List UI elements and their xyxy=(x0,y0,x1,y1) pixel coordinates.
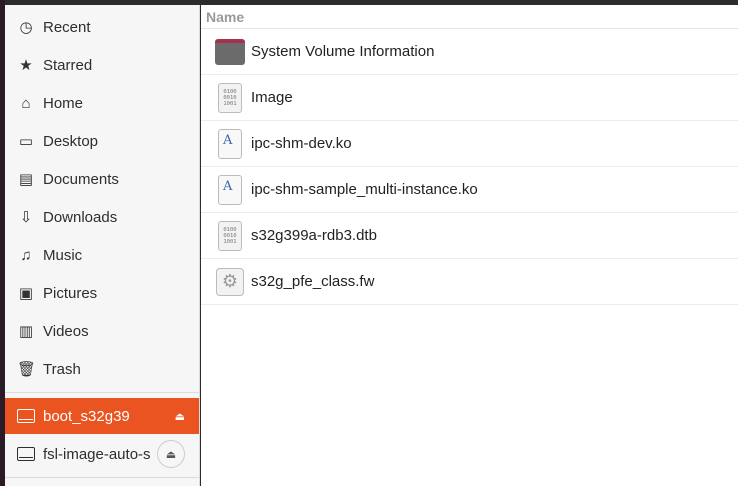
sidebar: ◷ Recent ★ Starred ⌂ Home ▭ Desktop ▤ Documen… xyxy=(5,5,200,486)
sidebar-item-label: Trash xyxy=(43,360,81,378)
file-name: Image xyxy=(251,89,293,106)
sidebar-item-trash[interactable]: 🗑 Trash xyxy=(5,351,199,387)
file-row[interactable]: Aipc-shm-sample_multi-instance.ko xyxy=(201,167,738,213)
sidebar-item-label: Starred xyxy=(43,56,93,74)
home-icon: ⌂ xyxy=(21,94,31,112)
download-icon: ⇩ xyxy=(19,209,33,226)
file-row[interactable]: ⚙ s32g_pfe_class.fw xyxy=(201,259,738,305)
sidebar-device-boot[interactable]: boot_s32g39 ⏏ xyxy=(5,398,199,434)
sidebar-item-label: Documents xyxy=(43,170,119,188)
sidebar-item-home[interactable]: ⌂ Home xyxy=(5,85,199,121)
text-file-icon: A xyxy=(218,174,242,205)
column-header-name[interactable]: Name xyxy=(201,5,738,29)
file-row[interactable]: System Volume Information xyxy=(201,29,738,75)
file-name: System Volume Information xyxy=(251,43,435,60)
video-icon: ▥ xyxy=(18,323,34,340)
eject-icon[interactable]: ⏏ xyxy=(175,410,185,423)
clock-icon: ◷ xyxy=(19,19,33,36)
sidebar-item-label: Desktop xyxy=(43,132,99,150)
device-label: fsl-image-auto-s xyxy=(43,445,151,463)
sidebar-item-recent[interactable]: ◷ Recent xyxy=(5,9,199,45)
sidebar-item-label: Downloads xyxy=(43,208,118,226)
trash-icon: 🗑 xyxy=(17,361,37,378)
device-label: boot_s32g39 xyxy=(43,407,130,425)
binary-file-icon: 0100 0010 1001 xyxy=(218,82,242,113)
file-row[interactable]: 0100 0010 1001 s32g399a-rdb3.dtb xyxy=(201,213,738,259)
folder-icon xyxy=(215,38,245,65)
star-icon: ★ xyxy=(19,57,33,74)
sidebar-divider xyxy=(5,392,199,393)
sidebar-item-downloads[interactable]: ⇩ Downloads xyxy=(5,199,199,235)
file-name: s32g_pfe_class.fw xyxy=(251,273,375,290)
sidebar-item-label: Recent xyxy=(43,18,91,36)
file-list: Name System Volume Information 0100 0010… xyxy=(201,5,738,486)
sidebar-item-label: Music xyxy=(43,246,83,264)
binary-file-icon: 0100 0010 1001 xyxy=(218,220,242,251)
sidebar-item-label: Home xyxy=(43,94,84,112)
sidebar-item-documents[interactable]: ▤ Documents xyxy=(5,161,199,197)
sidebar-item-music[interactable]: ♫ Music xyxy=(5,237,199,273)
sidebar-divider xyxy=(5,477,199,478)
sidebar-item-desktop[interactable]: ▭ Desktop xyxy=(5,123,199,159)
sidebar-item-pictures[interactable]: ▣ Pictures xyxy=(5,275,199,311)
sidebar-device-fsl[interactable]: fsl-image-auto-s ⏏ xyxy=(5,436,199,472)
file-row[interactable]: 0100 0010 1001 Image xyxy=(201,75,738,121)
sidebar-item-label: Videos xyxy=(43,322,89,340)
sidebar-item-label: Pictures xyxy=(43,284,98,302)
sidebar-item-videos[interactable]: ▥ Videos xyxy=(5,313,199,349)
text-file-icon: A xyxy=(218,128,242,159)
file-name: ipc-shm-dev.ko xyxy=(251,135,352,152)
desktop-icon: ▭ xyxy=(18,133,34,150)
drive-icon xyxy=(17,447,35,461)
music-icon: ♫ xyxy=(20,246,32,264)
file-row[interactable]: Aipc-shm-dev.ko xyxy=(201,121,738,167)
document-icon: ▤ xyxy=(18,171,34,188)
file-name: s32g399a-rdb3.dtb xyxy=(251,227,377,244)
sidebar-item-starred[interactable]: ★ Starred xyxy=(5,47,199,83)
gear-icon: ⚙ xyxy=(216,267,244,296)
file-name: ipc-shm-sample_multi-instance.ko xyxy=(251,181,478,198)
drive-icon xyxy=(17,409,35,423)
eject-button[interactable]: ⏏ xyxy=(157,440,185,468)
picture-icon: ▣ xyxy=(18,285,34,302)
